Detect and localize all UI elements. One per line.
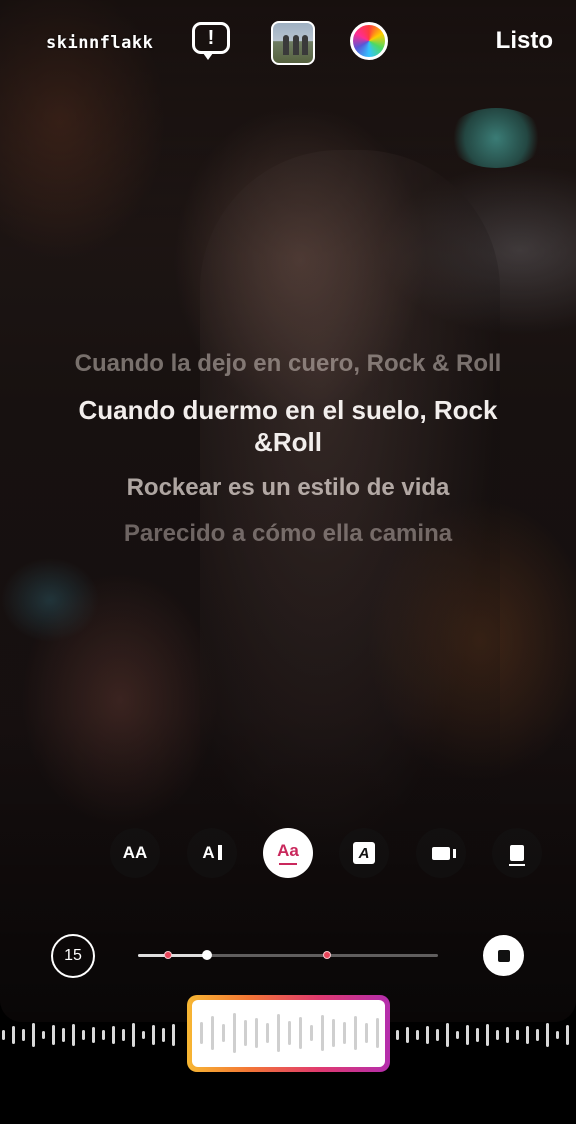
text-size-glyph: AA [122,843,148,862]
report-glyph: ! [207,26,215,49]
timeline-marker[interactable] [164,951,172,959]
waveform-bar [32,1023,35,1047]
selected-waveform-bar [211,1016,214,1050]
text-style-underline [278,863,297,865]
card-glyph [509,845,525,866]
waveform-bar [102,1030,105,1040]
duration-button[interactable]: 15 [51,934,95,978]
waveform-bar [426,1026,429,1044]
clip-selector[interactable] [187,995,390,1072]
waveform-bar [466,1025,469,1045]
waveform-bar [556,1031,559,1039]
selected-waveform-bar [255,1018,258,1048]
waveform-bar [446,1023,449,1047]
waveform-bar [162,1028,165,1042]
waveform-bar [152,1025,155,1045]
waveform-bar [82,1030,85,1040]
stop-icon [497,949,510,962]
waveform-bar [2,1030,5,1040]
waveform-bar [406,1027,409,1043]
timeline-marker[interactable] [323,951,331,959]
media-thumbnail[interactable] [271,21,315,65]
color-picker-icon[interactable] [350,22,388,60]
account-username[interactable]: skinnflakk [46,33,153,53]
done-button[interactable]: Listo [496,27,553,55]
waveform-bar [476,1028,479,1042]
waveform-bar [62,1028,65,1042]
waveform-bar [112,1026,115,1044]
waveform-bar [486,1024,489,1046]
text-style-glyph: Aa [277,841,299,865]
waveform-bar [122,1029,125,1041]
waveform-bar [72,1024,75,1046]
waveform-bar [396,1030,399,1040]
waveform-bar [546,1023,549,1047]
selected-waveform-bar [310,1025,313,1041]
waveform-bar [132,1023,135,1047]
waveform-bar [52,1025,55,1045]
waveform-bar [12,1026,15,1044]
selected-waveform-bar [354,1016,357,1050]
selected-waveform-bar [299,1017,302,1049]
selected-waveform-bar [343,1022,346,1044]
scrubber-knob[interactable] [202,950,212,960]
stop-button[interactable] [483,935,524,976]
text-box-icon[interactable]: A [339,828,389,878]
cursor-bar [217,845,222,860]
waveform-bar [416,1030,419,1040]
waveform-bar [436,1029,439,1041]
selected-waveform-bar [332,1019,335,1047]
thumb-person [302,35,308,55]
selected-waveform-bar [200,1022,203,1044]
lyric-line: Cuando la dejo en cuero, Rock & Roll [74,350,502,377]
selected-waveform-bar [222,1024,225,1042]
lyrics-style-bar: AA A Aa A [0,828,576,880]
thumb-person [293,35,299,55]
waveform-bar [142,1031,145,1039]
video-icon[interactable] [416,828,466,878]
text-cursor-icon[interactable]: A [187,828,237,878]
card-icon[interactable] [492,828,542,878]
waveform-bar [22,1029,25,1041]
text-cursor-glyph: A [202,843,222,863]
timeline-scrubber[interactable] [138,950,438,960]
text-style-letters: Aa [277,841,299,860]
waveform-bar [506,1027,509,1043]
waveform-bar [456,1031,459,1039]
selected-waveform-bar [321,1015,324,1051]
selected-waveform-bar [266,1023,269,1043]
clip-selector-window [192,1000,385,1067]
text-box-glyph: A [353,842,375,864]
text-cursor-letter: A [202,843,215,862]
waveform-bar [42,1031,45,1039]
text-style-icon[interactable]: Aa [263,828,313,878]
video-glyph [432,846,456,860]
selected-waveform-bar [376,1018,379,1048]
selected-waveform-bar [277,1014,280,1052]
waveform-bar [526,1026,529,1044]
report-icon[interactable]: ! [192,22,230,60]
selected-waveform-bar [244,1020,247,1046]
thumb-person [283,35,289,55]
lyric-line: Rockear es un estilo de vida [126,474,450,501]
top-bar: skinnflakk ! Listo [0,0,576,84]
waveform-bar [172,1024,175,1046]
lyrics-panel: Cuando la dejo en cuero, Rock & Roll Cua… [60,348,516,564]
selected-waveform-bar [233,1013,236,1053]
text-size-icon[interactable]: AA [110,828,160,878]
waveform-bar [566,1025,569,1045]
selected-waveform-bar [365,1023,368,1043]
lyric-line: Parecido a cómo ella camina [123,520,453,547]
selected-waveform-bar [288,1021,291,1045]
waveform-bar [496,1030,499,1040]
waveform-bar [92,1027,95,1043]
lyric-line-current: Cuando duermo en el suelo, Rock &Roll [78,395,498,457]
waveform-bar [536,1029,539,1041]
scrubber-progress [138,954,207,957]
waveform-bar [516,1030,519,1040]
